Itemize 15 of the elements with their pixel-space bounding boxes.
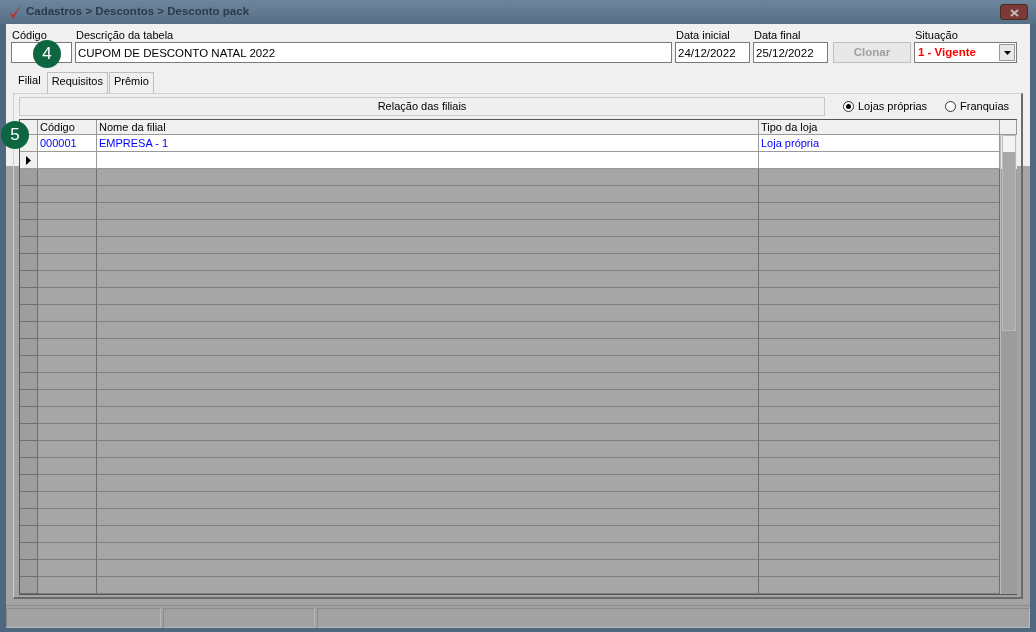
column-header: Nome da filial <box>97 120 759 135</box>
column-header: Código <box>38 120 97 135</box>
section-header: Relação das filiais <box>19 97 825 116</box>
step-number-tooltip: 4 <box>33 40 61 68</box>
table-cell: Loja própria <box>759 135 1000 152</box>
field-label: Data inicial <box>675 29 731 42</box>
field-label: Data final <box>753 29 802 42</box>
table-cell: 000001 <box>38 135 97 152</box>
column-header: Tipo da loja <box>759 120 1000 135</box>
table-cell: EMPRESA - 1 <box>97 135 759 152</box>
window-title: Cadastros > Descontos > Desconto pack <box>26 4 250 20</box>
step-number-tooltip: 5 <box>1 121 29 149</box>
field-label: Situação <box>914 29 959 42</box>
field-label: Descrição da tabela <box>75 29 175 42</box>
field-label: Código <box>11 29 48 42</box>
